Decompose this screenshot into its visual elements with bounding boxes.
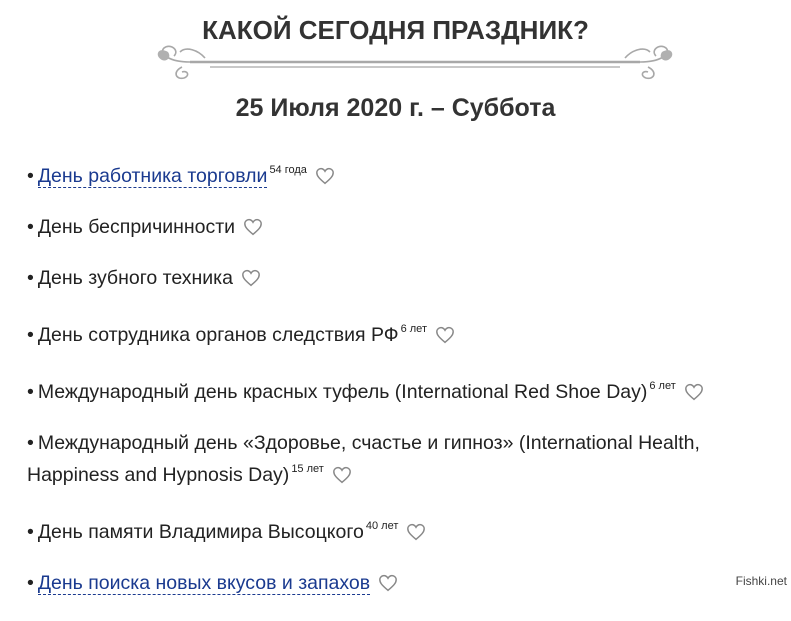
heart-outline-icon[interactable] <box>378 574 398 592</box>
heart-outline-icon[interactable] <box>406 523 426 541</box>
heart-outline-icon[interactable] <box>315 167 335 185</box>
bullet: • <box>27 432 34 454</box>
heart-outline-icon[interactable] <box>241 269 261 287</box>
list-item: • День памяти Владимира Высоцкого 40 лет <box>27 513 787 545</box>
watermark: Fishki.net <box>735 574 787 588</box>
years-badge: 6 лет <box>400 323 427 335</box>
bullet: • <box>27 165 34 187</box>
bullet: • <box>27 216 34 238</box>
heart-outline-icon[interactable] <box>435 326 455 344</box>
holiday-name: Международный день красных туфель (Inter… <box>37 381 648 403</box>
holiday-name: День сотрудника органов следствия РФ <box>37 324 399 346</box>
years-badge: 6 лет <box>649 380 676 392</box>
holiday-name: День памяти Владимира Высоцкого <box>37 521 364 543</box>
list-item: • День работника торговли 54 года <box>27 157 787 189</box>
holiday-link[interactable]: День работника торговли <box>37 165 268 188</box>
bullet: • <box>27 572 34 594</box>
bullet: • <box>27 381 34 403</box>
holiday-name: День зубного техника <box>37 267 233 289</box>
holiday-name: День беспричинности <box>37 216 236 238</box>
years-badge: 15 лет <box>291 463 324 475</box>
bullet: • <box>27 521 34 543</box>
holiday-list: • День работника торговли 54 года • День бе… <box>27 157 787 621</box>
bullet: • <box>27 267 34 289</box>
date-heading: 25 Июля 2020 г. – Суббота <box>235 94 556 122</box>
list-item: • Международный день «Здоровье, счастье и… <box>27 430 787 488</box>
years-badge: 54 года <box>269 164 307 176</box>
holiday-name: Международный день «Здоровье, счастье и … <box>27 432 700 486</box>
list-item: • Международный день красных туфель (Inte… <box>27 373 787 405</box>
list-item: • День беспричинности <box>27 214 787 240</box>
list-item: • День сотрудника органов следствия РФ 6 л… <box>27 316 787 348</box>
heart-outline-icon[interactable] <box>332 466 352 484</box>
list-item: • День поиска новых вкусов и запахов <box>27 570 787 596</box>
years-badge: 40 лет <box>365 520 399 532</box>
heart-outline-icon[interactable] <box>684 383 704 401</box>
list-item: • День зубного техника <box>27 265 787 291</box>
heart-outline-icon[interactable] <box>243 218 263 236</box>
bullet: • <box>27 324 34 346</box>
flourish-divider-icon <box>157 45 673 80</box>
